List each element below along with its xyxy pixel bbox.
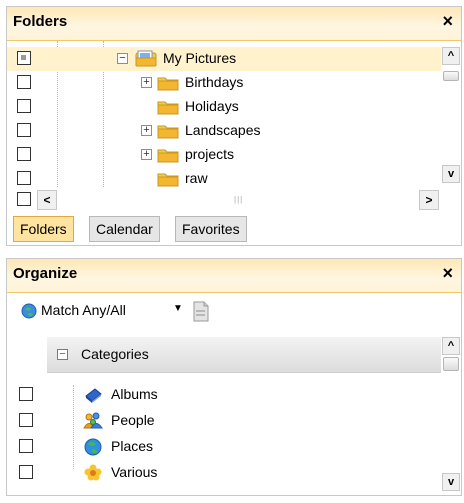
category-checkbox[interactable] xyxy=(19,413,33,427)
tree-label: Holidays xyxy=(185,98,239,114)
tree-label: raw xyxy=(185,170,208,186)
tree-row-holidays[interactable]: Holidays xyxy=(7,95,441,119)
my-pictures-folder-icon xyxy=(135,50,157,67)
category-label: Albums xyxy=(111,386,158,402)
places-globe-icon xyxy=(84,438,102,456)
folders-panel-title: Folders xyxy=(13,13,68,30)
albums-icon xyxy=(85,388,102,403)
scroll-thumb[interactable] xyxy=(443,71,459,81)
clear-filter-icon[interactable] xyxy=(189,299,211,323)
tree-row-landscapes[interactable]: + Landscapes xyxy=(7,119,441,143)
category-row-albums[interactable]: Albums xyxy=(7,383,441,407)
people-icon xyxy=(83,412,103,429)
tab-favorites[interactable]: Favorites xyxy=(175,216,247,242)
scroll-track[interactable]: ||| xyxy=(59,192,417,208)
folder-checkbox[interactable] xyxy=(17,75,31,89)
scroll-up-arrow-icon[interactable]: ^ xyxy=(442,337,460,355)
folder-icon xyxy=(157,173,179,187)
categories-label: Categories xyxy=(81,346,149,362)
folders-panel: Folders × − My Pictures + Birthdays Holi… xyxy=(6,6,462,246)
tree-row-my-pictures[interactable]: − My Pictures xyxy=(7,47,441,71)
expand-toggle-icon[interactable]: + xyxy=(141,77,152,88)
folder-checkbox[interactable] xyxy=(17,192,31,206)
category-checkbox[interactable] xyxy=(19,439,33,453)
folders-horizontal-scrollbar[interactable]: < ||| > xyxy=(37,190,439,210)
folder-icon xyxy=(157,77,179,91)
folder-checkbox[interactable] xyxy=(17,171,31,185)
scroll-down-arrow-icon[interactable]: v xyxy=(442,473,460,491)
organize-panel-header: Organize × xyxy=(7,259,461,293)
category-row-people[interactable]: People xyxy=(7,409,441,433)
organize-close-button[interactable]: × xyxy=(442,263,453,284)
tree-row-projects[interactable]: + projects xyxy=(7,143,441,167)
folders-vertical-scrollbar[interactable]: ^ v xyxy=(441,41,461,187)
folder-icon xyxy=(157,149,179,163)
scroll-right-arrow-icon[interactable]: > xyxy=(419,190,439,210)
scroll-down-arrow-icon[interactable]: v xyxy=(442,165,460,183)
scroll-grip-icon: ||| xyxy=(234,195,244,204)
collapse-toggle-icon[interactable]: − xyxy=(117,53,128,64)
category-checkbox[interactable] xyxy=(19,387,33,401)
folder-checkbox[interactable] xyxy=(17,99,31,113)
tree-row-raw[interactable]: raw xyxy=(7,167,441,187)
tree-row-birthdays[interactable]: + Birthdays xyxy=(7,71,441,95)
organize-panel: Organize × Match Any/All ▼ − Categories xyxy=(6,258,462,496)
tree-label: My Pictures xyxy=(163,50,237,66)
tree-label: Landscapes xyxy=(185,122,261,138)
folder-checkbox[interactable] xyxy=(17,51,31,65)
match-any-all-dropdown[interactable]: Match Any/All xyxy=(41,302,126,318)
categories-header[interactable]: − Categories xyxy=(47,337,447,373)
tree-label: projects xyxy=(185,146,235,162)
tab-folders[interactable]: Folders xyxy=(13,216,74,242)
folders-close-button[interactable]: × xyxy=(442,11,453,32)
folder-icon xyxy=(157,101,179,115)
various-flower-icon xyxy=(84,464,102,481)
match-toolbar: Match Any/All ▼ xyxy=(7,293,461,331)
category-row-various[interactable]: Various xyxy=(7,461,441,485)
organize-panel-title: Organize xyxy=(13,265,78,282)
organize-vertical-scrollbar[interactable]: ^ v xyxy=(441,331,461,495)
expand-toggle-icon[interactable]: + xyxy=(141,149,152,160)
folder-checkbox[interactable] xyxy=(17,147,31,161)
category-checkbox[interactable] xyxy=(19,465,33,479)
folders-tab-bar: Folders Calendar Favorites xyxy=(7,214,461,245)
category-label: People xyxy=(111,412,155,428)
scroll-up-arrow-icon[interactable]: ^ xyxy=(442,47,460,65)
tree-label: Birthdays xyxy=(185,74,244,90)
dropdown-caret-icon[interactable]: ▼ xyxy=(173,303,183,314)
scroll-thumb[interactable] xyxy=(443,357,459,371)
folder-icon xyxy=(157,125,179,139)
globe-icon xyxy=(21,303,37,319)
expand-toggle-icon[interactable]: + xyxy=(141,125,152,136)
scroll-left-arrow-icon[interactable]: < xyxy=(37,190,57,210)
category-row-places[interactable]: Places xyxy=(7,435,441,459)
collapse-toggle-icon[interactable]: − xyxy=(57,349,68,360)
category-label: Various xyxy=(111,464,158,480)
folder-tree: − My Pictures + Birthdays Holidays + Lan… xyxy=(7,41,441,187)
category-label: Places xyxy=(111,438,154,454)
tab-calendar[interactable]: Calendar xyxy=(89,216,160,242)
folder-checkbox[interactable] xyxy=(17,123,31,137)
folders-panel-header: Folders × xyxy=(7,7,461,41)
